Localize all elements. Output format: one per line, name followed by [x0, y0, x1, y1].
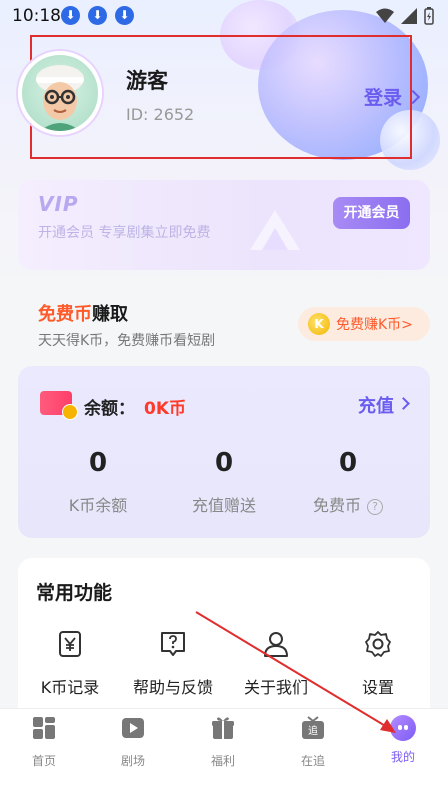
- user-outline-icon: [264, 632, 288, 657]
- stat-value: 0: [214, 448, 234, 478]
- function-about-us[interactable]: 关于我们: [224, 630, 328, 698]
- status-bar: 10:18 ⬇ ⬇ ⬇: [0, 0, 448, 32]
- stat-label: K币余额: [68, 496, 128, 515]
- me-icon: [390, 715, 416, 741]
- function-help-feedback[interactable]: 帮助与反馈: [121, 630, 225, 698]
- balance-card: 余额： 0K币 充值 0 K币余额 0 充值赠送 0 免费币?: [18, 366, 430, 538]
- free-coin-title: 免费币赚取: [38, 300, 128, 326]
- section-title: 常用功能: [36, 582, 113, 604]
- k-coin-icon: K: [308, 313, 330, 335]
- vip-logo: VIP: [38, 192, 79, 216]
- vip-description: 开通会员 专享剧集立即免费: [38, 225, 211, 241]
- avatar-image: [36, 65, 84, 131]
- vip-card[interactable]: VIP 开通会员 专享剧集立即免费 开通会员: [18, 180, 430, 270]
- common-functions-card: 常用功能 K币记录 帮助与反馈 关于我们 设置: [18, 558, 430, 728]
- coin-icon: [62, 404, 78, 420]
- nav-label: 我的: [390, 750, 415, 764]
- nav-me[interactable]: 我的: [368, 715, 438, 765]
- avatar[interactable]: [18, 51, 102, 135]
- function-settings[interactable]: 设置: [326, 630, 430, 698]
- stat-label: 充值赠送: [191, 496, 256, 515]
- tv-follow-glyph: 追: [308, 724, 318, 737]
- bottom-nav: 首页 剧场 福利 追 在追 我的: [0, 708, 448, 796]
- nav-theater[interactable]: 剧场: [98, 715, 168, 769]
- status-time: 10:18: [12, 6, 61, 26]
- help-icon[interactable]: ?: [367, 499, 383, 515]
- nav-label: 剧场: [120, 754, 145, 768]
- function-label: 帮助与反馈: [132, 678, 213, 697]
- play-icon: [122, 718, 144, 738]
- home-grid-icon: [33, 717, 55, 739]
- open-vip-button[interactable]: 开通会员: [333, 197, 410, 229]
- stat-value: 0: [338, 448, 358, 478]
- login-button[interactable]: 登录: [363, 83, 421, 110]
- nav-label: 福利: [210, 754, 235, 768]
- stat-k-coin-balance: 0 K币余额: [38, 448, 158, 516]
- function-label: 设置: [361, 678, 394, 697]
- gear-icon: [365, 631, 391, 657]
- gift-icon: [212, 717, 234, 739]
- stat-value: 0: [88, 448, 108, 478]
- tv-follow-icon: 追: [302, 716, 324, 739]
- stat-label: 免费币?: [288, 492, 408, 516]
- free-coin-title-rest: 赚取: [92, 304, 128, 325]
- free-coin-description: 天天得K币，免费赚币看短剧: [38, 333, 216, 349]
- download-icon: ⬇: [61, 6, 80, 25]
- stat-label-text: 免费币: [312, 496, 361, 515]
- balance-label: 余额：: [84, 399, 135, 419]
- free-coin-title-highlight: 免费币: [38, 304, 92, 325]
- nav-following[interactable]: 追 在追: [278, 715, 348, 769]
- username: 游客: [126, 69, 168, 93]
- stat-free-coin: 0 免费币?: [288, 448, 408, 516]
- vip-decoration-icon: [250, 210, 300, 250]
- yen-record-icon: [59, 631, 81, 657]
- download-icon: ⬇: [88, 6, 107, 25]
- function-label: 关于我们: [243, 678, 308, 697]
- nav-benefits[interactable]: 福利: [188, 715, 258, 769]
- battery-icon: [424, 7, 434, 25]
- nav-home[interactable]: 首页: [9, 715, 79, 769]
- chevron-right-icon: [405, 89, 421, 105]
- download-icon: ⬇: [115, 6, 134, 25]
- wifi-icon: [376, 8, 394, 23]
- recharge-button[interactable]: 充值: [358, 392, 394, 418]
- balance-value: 0K币: [144, 399, 187, 419]
- system-icons: [376, 7, 434, 25]
- function-label: K币记录: [40, 678, 100, 697]
- help-feedback-icon: [161, 632, 185, 656]
- user-id: ID: 2652: [126, 105, 195, 124]
- earn-coin-button[interactable]: K 免费赚K币>: [298, 307, 430, 341]
- login-label: 登录: [363, 87, 402, 109]
- earn-coin-label: 免费赚K币>: [336, 317, 413, 333]
- nav-label: 在追: [300, 754, 325, 768]
- function-k-coin-record[interactable]: K币记录: [18, 630, 122, 698]
- profile-section[interactable]: 游客 ID: 2652 登录: [18, 35, 421, 159]
- chevron-right-icon[interactable]: [397, 397, 410, 410]
- stat-recharge-bonus: 0 充值赠送: [164, 448, 284, 516]
- signal-icon: [401, 8, 417, 24]
- nav-label: 首页: [31, 754, 56, 768]
